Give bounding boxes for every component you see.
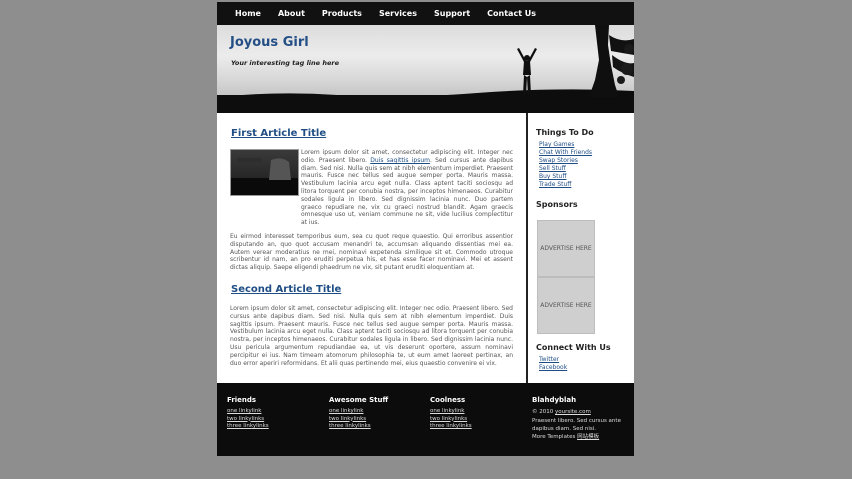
article-2-paragraph-1: Lorem ipsum dolor sit amet, consectetur … bbox=[230, 305, 513, 367]
nav-about-link[interactable]: About bbox=[278, 9, 305, 18]
footer-copyright: © 2010 yoursite.com bbox=[532, 408, 628, 417]
site-tagline: Your interesting tag line here bbox=[231, 59, 339, 67]
sidebar-link[interactable]: Trade Stuff bbox=[539, 181, 592, 189]
article-title[interactable]: Second Article Title bbox=[231, 284, 341, 295]
article-title[interactable]: First Article Title bbox=[231, 128, 326, 139]
article-1-paragraph-1b: . Sed cursus ante dapibus diam. Sed nisi… bbox=[301, 156, 513, 227]
sponsors-heading: Sponsors bbox=[536, 200, 578, 209]
sidebar-link[interactable]: Sell Stuff bbox=[539, 165, 592, 173]
footer-column-coolness: Coolness one linkylink two linkylinks th… bbox=[430, 396, 472, 431]
footer-column-blahdyblah: Blahdyblah © 2010 yoursite.com Praesent … bbox=[532, 396, 628, 441]
footer-link[interactable]: two linkylinks bbox=[430, 416, 472, 424]
footer-heading: Awesome Stuff bbox=[329, 396, 389, 404]
footer-link[interactable]: three linkylinks bbox=[329, 423, 388, 431]
article-1-inline-link[interactable]: Duis sagittis ipsum bbox=[370, 157, 430, 164]
footer-link[interactable]: two linkylinks bbox=[329, 416, 388, 424]
twitter-link[interactable]: Twitter bbox=[539, 356, 567, 364]
nav-home-link[interactable]: Home bbox=[235, 9, 261, 18]
facebook-link[interactable]: Facebook bbox=[539, 364, 567, 372]
sidebar-link[interactable]: Chat With Friends bbox=[539, 149, 592, 157]
footer-link[interactable]: two linkylinks bbox=[227, 416, 269, 424]
footer-link[interactable]: three linkylinks bbox=[227, 423, 269, 431]
footer-blurb: Praesent libero. Sed cursus ante dapibus… bbox=[532, 417, 621, 432]
connect-heading: Connect With Us bbox=[536, 343, 611, 352]
article-1-text-wrap: Lorem ipsum dolor sit amet, consectetur … bbox=[301, 149, 513, 227]
article-1-paragraph-2: Eu eirmod interesset temporibus eum, sea… bbox=[230, 233, 513, 272]
footer-column-friends: Friends one linkylink two linkylinks thr… bbox=[227, 396, 269, 431]
sidebar: Things To Do Play Games Chat With Friend… bbox=[528, 113, 634, 383]
nav-products-link[interactable]: Products bbox=[322, 9, 362, 18]
things-heading: Things To Do bbox=[536, 128, 594, 137]
connect-list: Twitter Facebook bbox=[539, 356, 567, 372]
sidebar-link[interactable]: Play Games bbox=[539, 141, 592, 149]
site-title: Joyous Girl bbox=[230, 35, 309, 50]
main-content: First Article Title Lorem ipsum dolor si… bbox=[217, 113, 526, 383]
footer-link[interactable]: one linkylink bbox=[329, 408, 388, 416]
advertise-box[interactable]: ADVERTISE HERE bbox=[537, 220, 595, 277]
nav-services-link[interactable]: Services bbox=[379, 9, 417, 18]
advertise-box[interactable]: ADVERTISE HERE bbox=[537, 277, 595, 334]
footer-link[interactable]: three linkylinks bbox=[430, 423, 472, 431]
footer: Friends one linkylink two linkylinks thr… bbox=[217, 383, 634, 456]
sidebar-link[interactable]: Buy Stuff bbox=[539, 173, 592, 181]
footer-heading: Coolness bbox=[430, 396, 466, 404]
footer-more-templates: More Templates 网站模板 bbox=[532, 433, 628, 442]
things-list: Play Games Chat With Friends Swap Storie… bbox=[539, 141, 592, 189]
footer-heading: Blahdyblah bbox=[532, 396, 577, 404]
page: Home About Products Services Support Con… bbox=[217, 2, 634, 456]
more-templates-link[interactable]: 网站模板 bbox=[577, 434, 599, 440]
article-thumbnail bbox=[230, 149, 299, 196]
more-templates-text: More Templates bbox=[532, 433, 576, 440]
yoursite-link[interactable]: yoursite.com bbox=[555, 409, 591, 415]
nav-support-link[interactable]: Support bbox=[434, 9, 470, 18]
footer-link[interactable]: one linkylink bbox=[227, 408, 269, 416]
footer-heading: Friends bbox=[227, 396, 257, 404]
footer-column-awesome: Awesome Stuff one linkylink two linkylin… bbox=[329, 396, 388, 431]
copyright-text: © 2010 bbox=[532, 409, 554, 415]
top-nav: Home About Products Services Support Con… bbox=[217, 2, 634, 25]
footer-link[interactable]: one linkylink bbox=[430, 408, 472, 416]
sidebar-link[interactable]: Swap Stories bbox=[539, 157, 592, 165]
header-banner: Joyous Girl Your interesting tag line he… bbox=[217, 25, 634, 113]
nav-contact-link[interactable]: Contact Us bbox=[487, 9, 536, 18]
